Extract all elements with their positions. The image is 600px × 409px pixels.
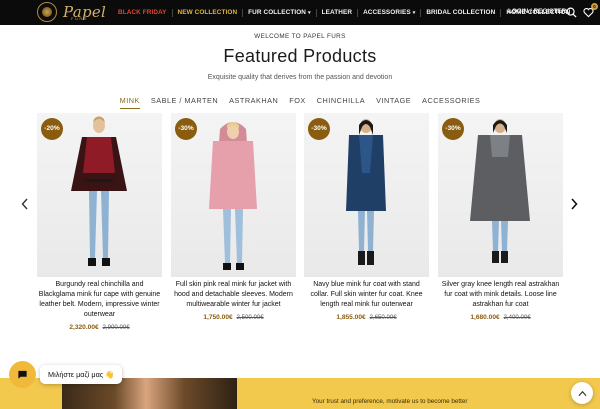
chevron-down-icon: ▾	[412, 9, 416, 16]
original-price: 2,400.00€	[503, 314, 531, 321]
discount-badge: -20%	[41, 118, 63, 140]
nav-item-black-friday[interactable]: BLACK FRIDAY	[118, 8, 173, 17]
section-title: Featured Products	[223, 46, 377, 66]
product-name[interactable]: Silver gray knee length real astrakhan f…	[438, 280, 563, 310]
tab-accessories[interactable]: ACCESSORIES	[422, 96, 480, 109]
login-register-link[interactable]: LOGIN / REGISTER	[508, 8, 566, 15]
welcome-text: WELCOME TO PAPEL FURS	[254, 33, 346, 40]
product-image[interactable]: -30%	[171, 113, 296, 277]
product-image[interactable]: -30%	[438, 113, 563, 277]
nav-item-fur-collection[interactable]: FUR COLLECTION ▾	[243, 8, 317, 17]
wishlist-count-badge: 0	[591, 3, 598, 10]
tab-fox[interactable]: FOX	[289, 96, 306, 109]
sale-price: 1,855.00€	[336, 314, 366, 321]
chevron-right-icon[interactable]	[569, 198, 579, 212]
chevron-left-icon[interactable]	[20, 198, 30, 212]
original-price: 2,900.00€	[102, 324, 130, 331]
logo-seal-icon	[37, 2, 57, 22]
original-price: 2,500.00€	[236, 314, 264, 321]
product-card[interactable]: -20% Burgundy real chinchilla and Blackg…	[37, 113, 162, 331]
nav-item-accessories[interactable]: ACCESSORIES ▾	[358, 8, 422, 17]
sale-price: 1,750.00€	[203, 314, 233, 321]
sale-price: 1,680.00€	[470, 314, 500, 321]
discount-badge: -30%	[175, 118, 197, 140]
product-card[interactable]: -30% Silver gray knee length real astrak…	[438, 113, 563, 321]
product-card[interactable]: -30% Full skin pink real mink fur jacket…	[171, 113, 296, 321]
tab-mink[interactable]: MINK	[119, 96, 140, 109]
top-navigation-bar: Papel FURS BLACK FRIDAY NEW COLLECTION F…	[0, 0, 600, 25]
product-price: 2,320.00€ 2,900.00€	[37, 324, 162, 331]
sale-price: 2,320.00€	[69, 324, 99, 331]
heart-icon[interactable]: 0	[582, 3, 598, 19]
product-price: 1,750.00€ 2,500.00€	[171, 314, 296, 321]
section-subtitle: Exquisite quality that derives from the …	[207, 74, 393, 81]
tab-chinchilla[interactable]: CHINCHILLA	[317, 96, 365, 109]
chat-icon[interactable]	[9, 361, 36, 388]
product-price: 1,680.00€ 2,400.00€	[438, 314, 563, 321]
search-icon[interactable]	[565, 6, 578, 19]
tab-astrakhan[interactable]: ASTRAKHAN	[229, 96, 278, 109]
banner-text: Your trust and preference, motivate us t…	[312, 398, 468, 405]
product-image[interactable]: -20%	[37, 113, 162, 277]
product-name[interactable]: Burgundy real chinchilla and Blackglama …	[37, 280, 162, 320]
nav-item-bridal-collection[interactable]: BRIDAL COLLECTION	[421, 8, 502, 17]
chevron-up-icon[interactable]	[571, 382, 593, 404]
discount-badge: -30%	[442, 118, 464, 140]
product-image[interactable]: -30%	[304, 113, 429, 277]
product-name[interactable]: Full skin pink real mink fur jacket with…	[171, 280, 296, 310]
logo-subtext: FURS	[71, 16, 88, 21]
chevron-down-icon: ▾	[308, 9, 311, 16]
original-price: 2,650.00€	[369, 314, 397, 321]
discount-badge: -30%	[308, 118, 330, 140]
tab-sable-marten[interactable]: SABLE / MARTEN	[151, 96, 218, 109]
nav-item-new-collection[interactable]: NEW COLLECTION	[173, 8, 244, 17]
product-card[interactable]: -30% Navy blue mink fur coat with stand …	[304, 113, 429, 321]
nav-item-leather[interactable]: LEATHER	[317, 8, 359, 17]
main-menu: BLACK FRIDAY NEW COLLECTION FUR COLLECTI…	[118, 0, 575, 25]
chat-greeting-bubble[interactable]: Μιλήστε μαζί μας 👋	[40, 365, 123, 384]
product-price: 1,855.00€ 2,650.00€	[304, 314, 429, 321]
tab-vintage[interactable]: VINTAGE	[376, 96, 411, 109]
product-name[interactable]: Navy blue mink fur coat with stand colla…	[304, 280, 429, 310]
category-tabs: MINK SABLE / MARTEN ASTRAKHAN FOX CHINCH…	[0, 96, 600, 109]
